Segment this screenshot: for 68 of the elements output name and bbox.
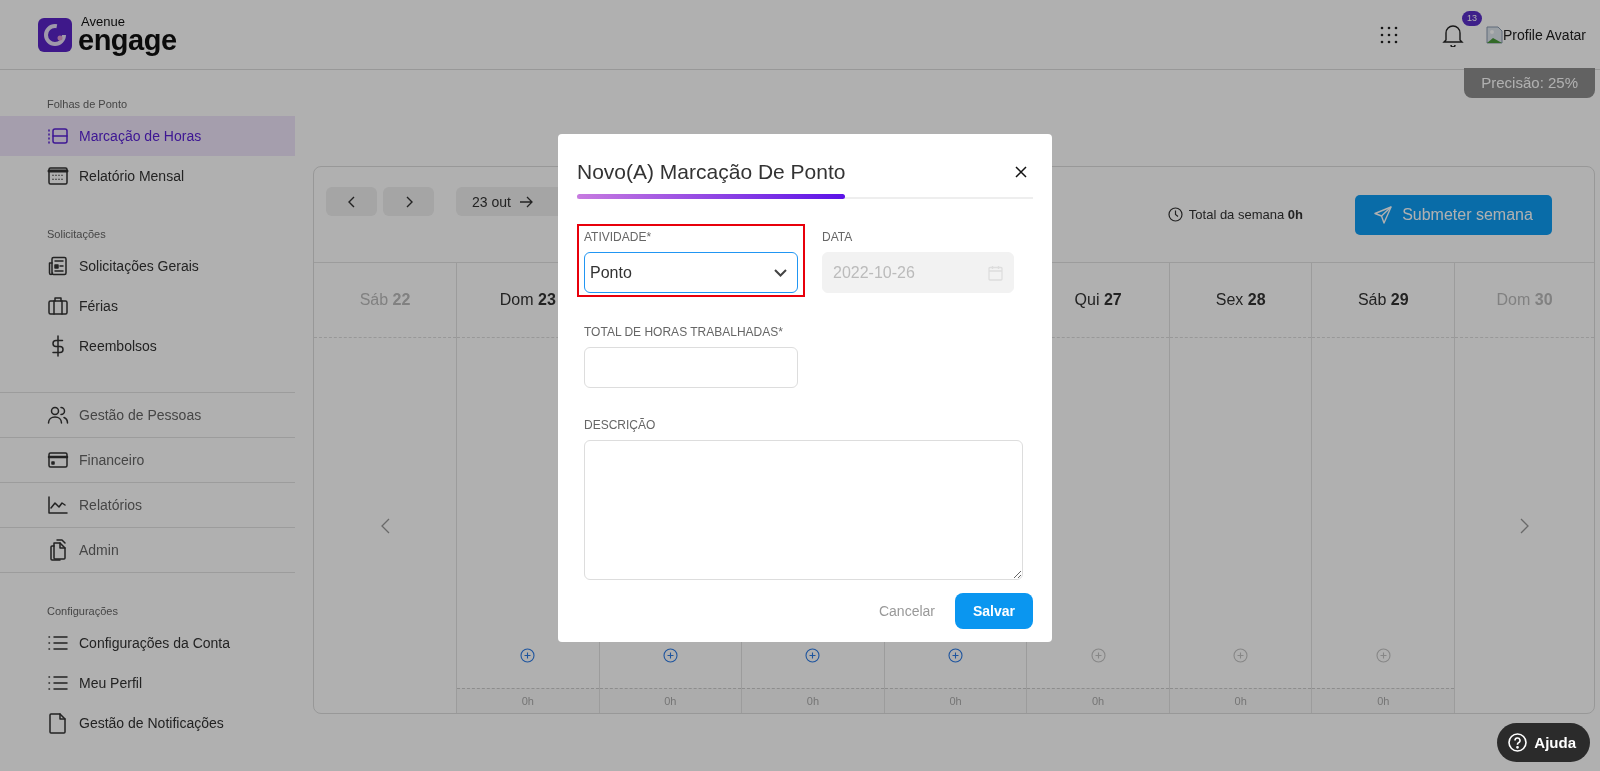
description-field[interactable]	[584, 440, 1023, 580]
activity-select[interactable]: Ponto	[584, 252, 798, 293]
hours-input[interactable]	[584, 347, 798, 388]
sidebar-item[interactable]: Férias	[0, 286, 295, 326]
add-entry-icon[interactable]	[662, 648, 678, 663]
sidebar-item[interactable]: Configurações da Conta	[0, 623, 295, 663]
logo-icon	[38, 17, 72, 52]
chart-icon	[47, 495, 69, 515]
avatar-alt-text: Profile Avatar	[1503, 26, 1586, 43]
add-entry-icon[interactable]	[1090, 648, 1106, 663]
previous-week-button[interactable]	[326, 187, 377, 216]
notification-badge: 13	[1462, 10, 1482, 26]
section-title: Configurações	[46, 604, 119, 619]
sidebar-item[interactable]: Gestão de Pessoas	[0, 393, 295, 438]
field-label: DATA	[822, 230, 854, 244]
week-total-text: Total da semana 0h	[1188, 207, 1303, 222]
chevron-left-icon	[347, 195, 356, 208]
logo-wordmark: engage	[78, 25, 177, 55]
day-header: Qui 27	[1074, 291, 1122, 309]
list-icon	[47, 673, 69, 693]
precision-badge: Precisão: 25%	[1464, 68, 1595, 98]
add-entry-icon[interactable]	[948, 648, 963, 663]
sidebar-item[interactable]: Gestão de Notificações	[0, 703, 295, 743]
field-label: ATIVIDADE*	[584, 230, 653, 244]
bell-icon[interactable]	[1442, 22, 1464, 47]
file-icon	[47, 712, 69, 734]
arrow-right-icon	[518, 195, 533, 208]
list-icon	[47, 633, 69, 653]
sidebar-item[interactable]: Admin	[0, 528, 295, 573]
next-week-button[interactable]	[383, 187, 434, 216]
add-entry-icon[interactable]	[1233, 648, 1249, 663]
calendar-icon	[47, 166, 69, 186]
chevron-down-icon	[774, 268, 787, 277]
chevron-left-icon[interactable]	[380, 517, 390, 534]
sidebar-item[interactable]: Solicitações Gerais	[0, 246, 295, 286]
field-label: DESCRIÇÃO	[584, 418, 657, 432]
dialog-title: Novo(A) Marcação De Ponto	[577, 159, 846, 185]
people-icon	[47, 405, 69, 425]
question-icon	[1508, 733, 1528, 752]
apps-grid-icon[interactable]	[1380, 25, 1398, 44]
briefcase-icon	[47, 296, 69, 316]
sidebar-item[interactable]: Meu Perfil	[0, 663, 295, 703]
newspaper-icon	[47, 256, 69, 276]
add-entry-icon[interactable]	[805, 648, 821, 663]
card-icon	[47, 450, 69, 470]
sidebar-item[interactable]: Marcação de Horas	[0, 116, 295, 156]
sidebar-item[interactable]: Financeiro	[0, 438, 295, 483]
documents-icon	[47, 539, 69, 561]
day-header: Sáb 29	[1357, 291, 1409, 309]
sidebar-item[interactable]: Relatório Mensal	[0, 156, 295, 196]
add-entry-icon[interactable]	[1375, 648, 1391, 663]
field-label: TOTAL DE HORAS TRABALHADAS*	[584, 325, 784, 339]
list-rows-icon	[47, 126, 69, 146]
chevron-right-icon	[404, 195, 413, 208]
help-button[interactable]: Ajuda	[1497, 723, 1590, 762]
add-entry-icon[interactable]	[520, 648, 536, 663]
section-title: Solicitações	[46, 227, 107, 242]
clock-icon	[1167, 207, 1183, 222]
day-header: Dom 23	[499, 291, 556, 309]
close-icon[interactable]	[1015, 166, 1027, 178]
day-header: Sex 28	[1215, 291, 1266, 309]
send-icon	[1374, 205, 1393, 224]
sidebar-item[interactable]: Reembolsos	[0, 326, 295, 366]
section-title: Folhas de Ponto	[46, 97, 129, 112]
broken-image-icon	[1486, 25, 1503, 44]
sidebar-item[interactable]: Relatórios	[0, 483, 295, 528]
chevron-right-icon[interactable]	[1520, 517, 1530, 534]
logo-caption: Avenue	[81, 14, 126, 28]
